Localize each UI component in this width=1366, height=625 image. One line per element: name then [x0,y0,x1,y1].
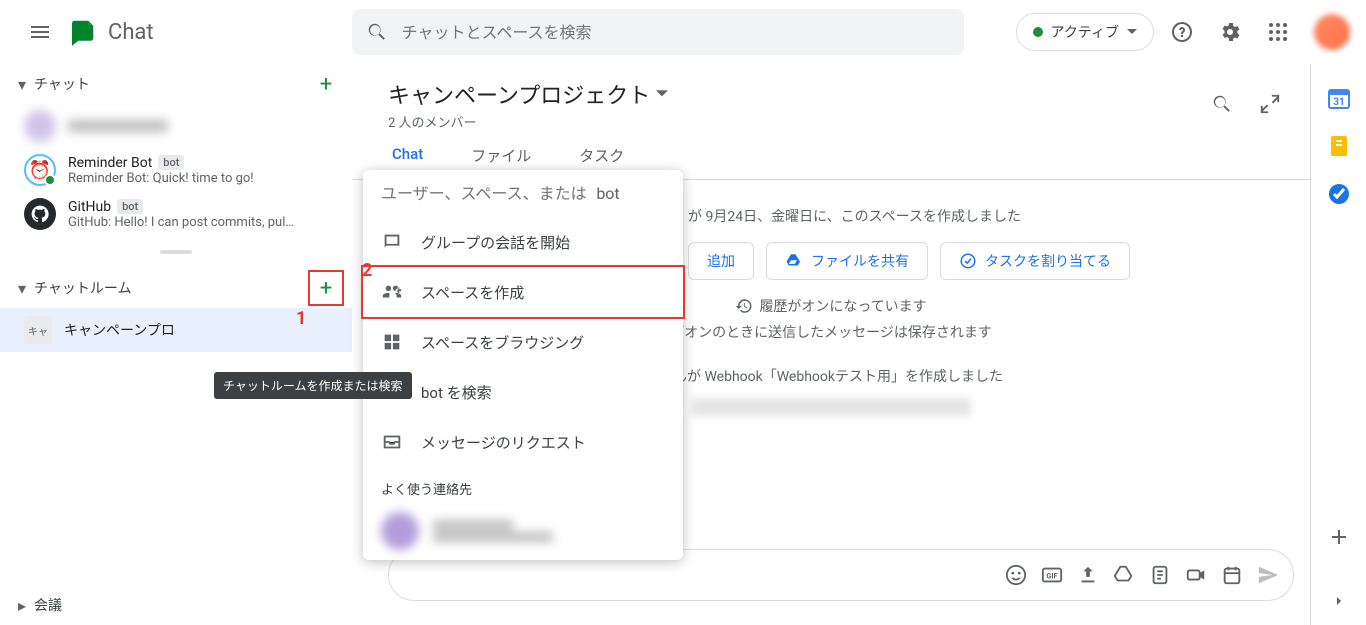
chat-item-reminder[interactable]: ⏰ Reminder Bot bot Reminder Bot: Quick! t… [0,148,352,192]
drive-icon [785,252,803,270]
annotation-2: 2 [362,260,372,281]
user-avatar[interactable] [1314,14,1350,50]
search-conversation-button[interactable] [1202,84,1242,124]
send-icon[interactable] [1257,564,1279,586]
history-icon [735,297,753,315]
collapse-button[interactable] [1250,84,1290,124]
bot-suffix-label: bot [596,184,619,203]
popup-message-requests[interactable]: メッセージのリクエスト [363,417,683,467]
menu-button[interactable] [16,8,64,56]
svg-text:31: 31 [1333,97,1344,108]
gif-icon[interactable]: GIF [1041,564,1063,586]
new-room-tooltip: チャットルームを作成または検索 [214,372,412,399]
message-icon [381,231,403,253]
video-icon[interactable] [1185,564,1207,586]
contact-avatar [24,110,56,142]
chat-item-github[interactable]: GitHub bot GitHub: Hello! I can post comm… [0,192,352,236]
emoji-icon[interactable] [1005,564,1027,586]
app-logo: Chat [64,14,154,50]
inbox-icon [381,431,403,453]
chat-section-label: チャット [34,74,308,94]
conversation-title[interactable]: キャンペーンプロジェクト [388,78,650,110]
upload-icon[interactable] [1077,564,1099,586]
popup-browse-spaces[interactable]: スペースをブラウジング [363,317,683,367]
status-dot-icon [1033,27,1043,37]
apps-button[interactable] [1258,12,1298,52]
popup-start-group[interactable]: グループの会話を開始 [363,217,683,267]
member-count: 2 人のメンバー [388,112,1286,131]
calendar-app-icon[interactable]: 31 [1327,86,1351,110]
status-label: アクティブ [1051,22,1119,42]
share-file-button[interactable]: ファイルを共有 [766,242,928,280]
assign-task-button[interactable]: タスクを割り当てる [940,242,1130,280]
caret-down-icon[interactable] [656,88,668,100]
created-line: が 9月24日、金曜日に、このスペースを作成しました [688,206,1021,226]
chat-preview: GitHub: Hello! I can post commits, pul… [68,215,336,230]
annotation-1: 1 [296,308,306,329]
new-room-button[interactable]: + [308,270,344,306]
bot-badge: bot [158,155,184,170]
caret-down-icon: ▾ [18,75,26,94]
resize-handle[interactable] [0,244,352,260]
meet-section-header[interactable]: ▸ 会議 [0,585,352,625]
chat-name: GitHub [68,199,111,215]
calendar-icon[interactable] [1221,564,1243,586]
chat-item[interactable] [0,104,352,148]
blurred-content [691,398,971,416]
task-icon [959,252,977,270]
space-avatar: キャ [24,316,52,344]
settings-button[interactable] [1210,12,1250,52]
chat-section-header[interactable]: ▾ チャット + [0,64,352,104]
search-icon [366,21,388,43]
chat-name: Reminder Bot [68,155,152,171]
add-member-button[interactable]: 追加 [688,242,754,280]
sidebar: ▾ チャット + ⏰ Reminder Bot bot Reminder Bot:… [0,64,352,625]
create-menu-popup: bot グループの会話を開始 スペースを作成 スペースをブラウジング bot を… [363,170,683,560]
search-box[interactable] [352,9,964,55]
chat-preview: Reminder Bot: Quick! time to go! [68,171,336,186]
keep-app-icon[interactable] [1327,134,1351,158]
caret-right-icon: ▸ [18,596,26,615]
help-button[interactable] [1162,12,1202,52]
group-add-icon [381,281,403,303]
github-bot-icon [24,198,56,230]
caret-down-icon: ▾ [18,279,26,298]
chevron-right-icon[interactable] [1331,593,1347,609]
popup-create-space[interactable]: スペースを作成 [361,265,685,319]
bot-badge: bot [117,199,143,214]
new-chat-button[interactable]: + [308,66,344,102]
tasks-app-icon[interactable] [1327,182,1351,206]
grid-icon [381,331,403,353]
chat-logo-icon [64,14,100,50]
history-on-label: 履歴がオンになっています [759,296,926,316]
search-input[interactable] [402,23,950,42]
add-app-icon[interactable] [1327,525,1351,549]
contact-avatar [381,512,419,550]
freq-contacts-label: よく使う連絡先 [363,467,683,502]
popup-search-input[interactable] [381,184,588,203]
drive-icon[interactable] [1113,564,1135,586]
meet-section-label: 会議 [34,595,344,615]
app-name: Chat [108,20,154,45]
status-chip[interactable]: アクティブ [1016,13,1154,51]
popup-search-row[interactable]: bot [363,170,683,217]
svg-text:GIF: GIF [1046,572,1057,581]
reminder-bot-icon: ⏰ [24,154,56,186]
room-section-header[interactable]: ▾ チャットルーム + [0,268,352,308]
freq-contact-item[interactable] [363,502,683,560]
doc-icon[interactable] [1149,564,1171,586]
message-input[interactable] [403,566,1005,584]
space-name: キャンペーンプロ [64,320,175,340]
room-section-label: チャットルーム [34,278,308,298]
caret-down-icon [1127,27,1137,37]
